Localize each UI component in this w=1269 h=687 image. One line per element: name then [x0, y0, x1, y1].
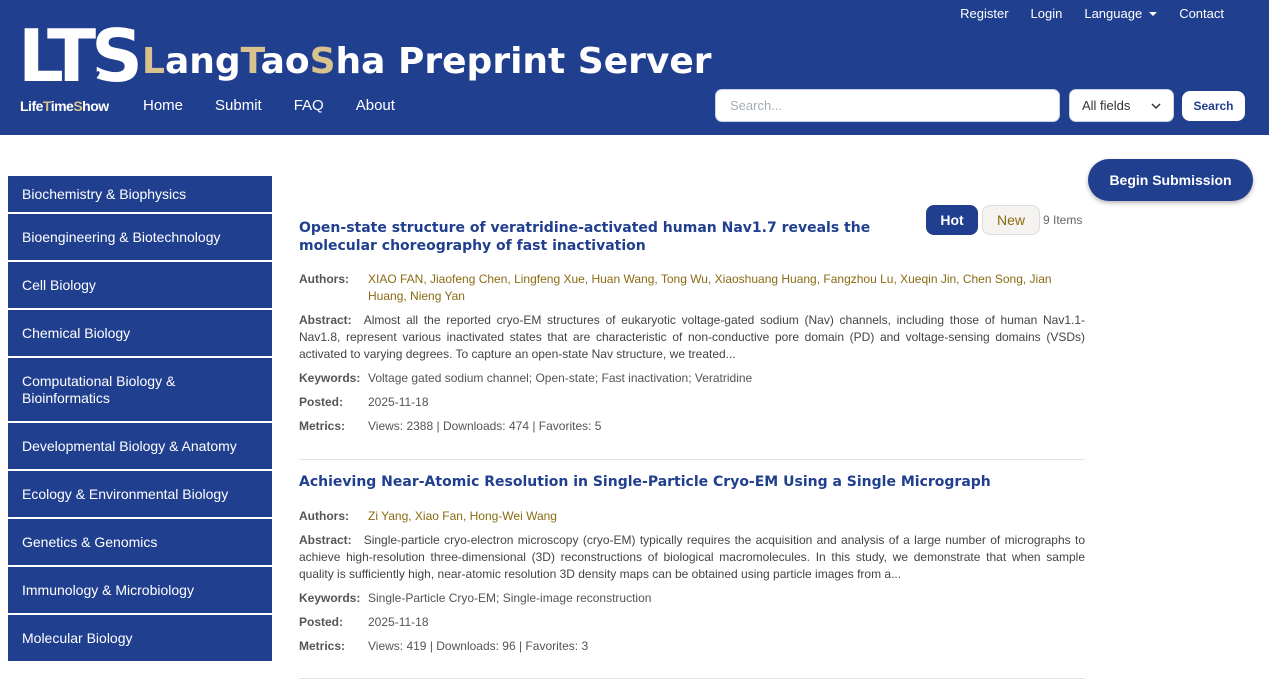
heart-icon: ♥: [92, 66, 101, 82]
contact-link[interactable]: Contact: [1179, 6, 1224, 21]
sidebar-item-ecology[interactable]: Ecology & Environmental Biology: [8, 471, 272, 519]
sidebar-item-immunology[interactable]: Immunology & Microbiology: [8, 567, 272, 615]
logo-tagline: LifeTimeShow: [20, 98, 109, 114]
sidebar-item-biochemistry[interactable]: Biochemistry & Biophysics: [8, 176, 272, 214]
nav-home[interactable]: Home: [143, 97, 183, 114]
site-logo[interactable]: LTS ♥ LifeTimeShow: [18, 20, 143, 116]
article-metrics: Views: 2388 | Downloads: 474 | Favorites…: [368, 419, 602, 433]
field-select-value: All fields: [1082, 98, 1131, 113]
sidebar-item-bioengineering[interactable]: Bioengineering & Biotechnology: [8, 214, 272, 262]
category-sidebar: Biochemistry & Biophysics Bioengineering…: [8, 176, 272, 663]
register-link[interactable]: Register: [960, 6, 1008, 21]
caret-down-icon: [1149, 11, 1158, 16]
language-dropdown[interactable]: Language: [1084, 6, 1158, 21]
article-abstract: Abstract: Single-particle cryo-electron m…: [299, 532, 1085, 583]
sidebar-item-cell-biology[interactable]: Cell Biology: [8, 262, 272, 310]
authors-label: Authors:: [299, 509, 349, 523]
keywords-label: Keywords:: [299, 371, 361, 385]
keywords-label: Keywords:: [299, 591, 361, 605]
article-authors[interactable]: Zi Yang, Xiao Fan, Hong-Wei Wang: [368, 508, 557, 525]
abstract-label: Abstract:: [299, 533, 352, 547]
site-header: LTS ♥ LifeTimeShow LangTaoSha Preprint S…: [0, 0, 1269, 135]
article-card: Achieving Near-Atomic Resolution in Sing…: [299, 473, 1085, 655]
article-divider: [299, 678, 1085, 679]
article-posted: 2025-11-18: [368, 395, 429, 409]
abstract-text: Almost all the reported cryo-EM structur…: [299, 313, 1085, 361]
nav-faq[interactable]: FAQ: [294, 97, 324, 114]
article-card: Open-state structure of veratridine-acti…: [299, 219, 1085, 435]
sidebar-item-molecular-biology[interactable]: Molecular Biology: [8, 615, 272, 663]
abstract-text: Single-particle cryo-electron microscopy…: [299, 533, 1085, 581]
nav-about[interactable]: About: [356, 97, 395, 114]
article-title[interactable]: Achieving Near-Atomic Resolution in Sing…: [299, 473, 1085, 491]
metrics-label: Metrics:: [299, 419, 346, 433]
article-keywords: Single-Particle Cryo-EM; Single-image re…: [368, 591, 652, 605]
article-keywords: Voltage gated sodium channel; Open-state…: [368, 371, 753, 385]
field-select[interactable]: All fields: [1069, 89, 1174, 122]
article-posted: 2025-11-18: [368, 615, 429, 629]
article-title[interactable]: Open-state structure of veratridine-acti…: [299, 219, 899, 255]
posted-label: Posted:: [299, 395, 344, 409]
article-authors[interactable]: XIAO FAN, Jiaofeng Chen, Lingfeng Xue, H…: [368, 271, 1085, 305]
sidebar-item-chemical-biology[interactable]: Chemical Biology: [8, 310, 272, 358]
chevron-down-icon: [1151, 102, 1161, 109]
site-title: LangTaoSha Preprint Server: [142, 41, 712, 82]
sidebar-item-developmental-biology[interactable]: Developmental Biology & Anatomy: [8, 423, 272, 471]
search-input[interactable]: [715, 89, 1060, 122]
authors-label: Authors:: [299, 272, 349, 286]
begin-submission-button[interactable]: Begin Submission: [1088, 159, 1253, 201]
main-nav: Home Submit FAQ About: [143, 97, 427, 114]
metrics-label: Metrics:: [299, 639, 346, 653]
sidebar-item-genetics[interactable]: Genetics & Genomics: [8, 519, 272, 567]
article-metrics: Views: 419 | Downloads: 96 | Favorites: …: [368, 639, 589, 653]
logo-letters: LTS: [18, 14, 143, 98]
article-divider: [299, 459, 1085, 460]
login-link[interactable]: Login: [1031, 6, 1063, 21]
top-nav: Register Login Language Contact: [938, 6, 1224, 21]
article-abstract: Abstract: Almost all the reported cryo-EM…: [299, 312, 1085, 363]
posted-label: Posted:: [299, 615, 344, 629]
abstract-label: Abstract:: [299, 313, 352, 327]
nav-submit[interactable]: Submit: [215, 97, 262, 114]
sidebar-item-computational-biology[interactable]: Computational Biology & Bioinformatics: [8, 358, 272, 423]
search-button[interactable]: Search: [1182, 91, 1245, 121]
